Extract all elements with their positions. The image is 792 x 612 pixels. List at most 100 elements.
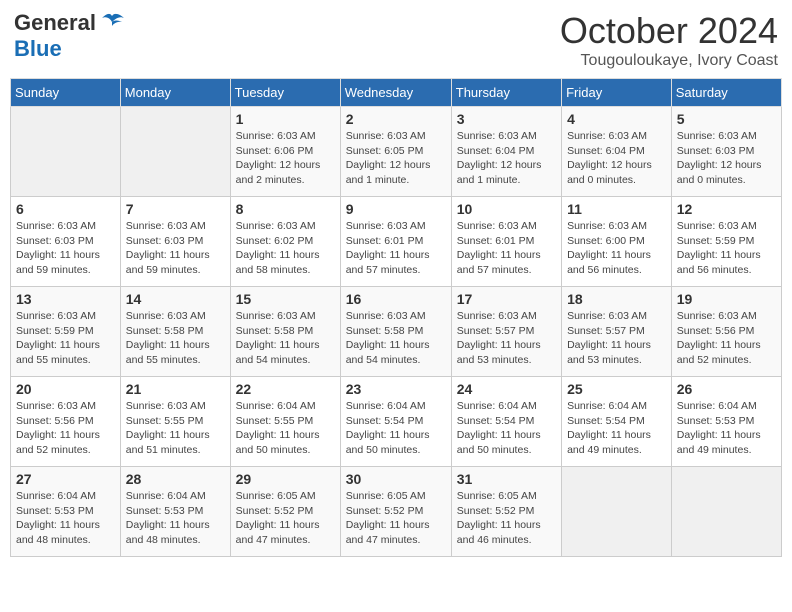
calendar-cell: 10 Sunrise: 6:03 AMSunset: 6:01 PMDayligh… (451, 197, 561, 287)
day-number: 1 (236, 111, 335, 127)
title-area: October 2024 Tougouloukaye, Ivory Coast (560, 10, 778, 70)
calendar-cell: 8Sunrise: 6:03 AMSunset: 6:02 PMDaylight… (230, 197, 340, 287)
calendar-cell: 26 Sunrise: 6:04 AMSunset: 5:53 PMDayligh… (671, 377, 781, 467)
calendar-cell: 14 Sunrise: 6:03 AMSunset: 5:58 PMDayligh… (120, 287, 230, 377)
day-detail: Sunrise: 6:03 AMSunset: 5:56 PMDaylight:… (16, 399, 115, 458)
day-number: 2 (346, 111, 446, 127)
week-row-5: 27 Sunrise: 6:04 AMSunset: 5:53 PMDayligh… (11, 467, 782, 557)
day-number: 20 (16, 381, 115, 397)
calendar-cell: 18 Sunrise: 6:03 AMSunset: 5:57 PMDayligh… (562, 287, 672, 377)
day-detail: Sunrise: 6:03 AMSunset: 5:58 PMDaylight:… (126, 309, 225, 368)
week-row-1: 1 Sunrise: 6:03 AMSunset: 6:06 PMDaylight… (11, 107, 782, 197)
calendar-cell: 25Sunrise: 6:04 AMSunset: 5:54 PMDayligh… (562, 377, 672, 467)
day-detail: Sunrise: 6:03 AMSunset: 6:04 PMDaylight:… (567, 129, 666, 188)
calendar-cell: 4 Sunrise: 6:03 AMSunset: 6:04 PMDaylight… (562, 107, 672, 197)
calendar-cell: 17Sunrise: 6:03 AMSunset: 5:57 PMDayligh… (451, 287, 561, 377)
calendar-cell: 20 Sunrise: 6:03 AMSunset: 5:56 PMDayligh… (11, 377, 121, 467)
calendar-cell: 31 Sunrise: 6:05 AMSunset: 5:52 PMDayligh… (451, 467, 561, 557)
day-detail: Sunrise: 6:03 AMSunset: 6:06 PMDaylight:… (236, 129, 335, 188)
day-number: 21 (126, 381, 225, 397)
day-number: 4 (567, 111, 666, 127)
day-detail: Sunrise: 6:03 AMSunset: 5:56 PMDaylight:… (677, 309, 776, 368)
calendar-header-row: Sunday Monday Tuesday Wednesday Thursday… (11, 79, 782, 107)
day-number: 11 (567, 201, 666, 217)
calendar-cell: 13Sunrise: 6:03 AMSunset: 5:59 PMDayligh… (11, 287, 121, 377)
logo-text: General (14, 10, 96, 36)
day-number: 15 (236, 291, 335, 307)
day-detail: Sunrise: 6:04 AMSunset: 5:53 PMDaylight:… (677, 399, 776, 458)
day-detail: Sunrise: 6:03 AMSunset: 6:01 PMDaylight:… (346, 219, 446, 278)
day-detail: Sunrise: 6:03 AMSunset: 6:03 PMDaylight:… (677, 129, 776, 188)
day-detail: Sunrise: 6:03 AMSunset: 6:05 PMDaylight:… (346, 129, 446, 188)
week-row-3: 13Sunrise: 6:03 AMSunset: 5:59 PMDayligh… (11, 287, 782, 377)
col-friday: Friday (562, 79, 672, 107)
day-number: 31 (457, 471, 556, 487)
calendar-cell (671, 467, 781, 557)
day-detail: Sunrise: 6:04 AMSunset: 5:54 PMDaylight:… (346, 399, 446, 458)
calendar-cell: 24 Sunrise: 6:04 AMSunset: 5:54 PMDayligh… (451, 377, 561, 467)
calendar-cell: 23Sunrise: 6:04 AMSunset: 5:54 PMDayligh… (340, 377, 451, 467)
col-thursday: Thursday (451, 79, 561, 107)
day-number: 6 (16, 201, 115, 217)
day-detail: Sunrise: 6:03 AMSunset: 6:00 PMDaylight:… (567, 219, 666, 278)
day-detail: Sunrise: 6:05 AMSunset: 5:52 PMDaylight:… (236, 489, 335, 548)
calendar-cell: 22 Sunrise: 6:04 AMSunset: 5:55 PMDayligh… (230, 377, 340, 467)
day-number: 9 (346, 201, 446, 217)
day-detail: Sunrise: 6:03 AMSunset: 5:59 PMDaylight:… (677, 219, 776, 278)
day-detail: Sunrise: 6:03 AMSunset: 5:57 PMDaylight:… (567, 309, 666, 368)
day-detail: Sunrise: 6:03 AMSunset: 6:03 PMDaylight:… (16, 219, 115, 278)
calendar-cell: 1 Sunrise: 6:03 AMSunset: 6:06 PMDaylight… (230, 107, 340, 197)
calendar-cell: 9 Sunrise: 6:03 AMSunset: 6:01 PMDaylight… (340, 197, 451, 287)
day-number: 3 (457, 111, 556, 127)
month-title: October 2024 (560, 10, 778, 52)
day-number: 14 (126, 291, 225, 307)
day-number: 10 (457, 201, 556, 217)
week-row-2: 6 Sunrise: 6:03 AMSunset: 6:03 PMDaylight… (11, 197, 782, 287)
calendar-cell: 11 Sunrise: 6:03 AMSunset: 6:00 PMDayligh… (562, 197, 672, 287)
calendar-cell (11, 107, 121, 197)
calendar-cell: 2 Sunrise: 6:03 AMSunset: 6:05 PMDaylight… (340, 107, 451, 197)
day-detail: Sunrise: 6:03 AMSunset: 6:03 PMDaylight:… (126, 219, 225, 278)
day-detail: Sunrise: 6:04 AMSunset: 5:54 PMDaylight:… (567, 399, 666, 458)
calendar-cell (120, 107, 230, 197)
day-detail: Sunrise: 6:03 AMSunset: 5:55 PMDaylight:… (126, 399, 225, 458)
calendar-cell (562, 467, 672, 557)
calendar-cell: 3 Sunrise: 6:03 AMSunset: 6:04 PMDaylight… (451, 107, 561, 197)
day-number: 22 (236, 381, 335, 397)
day-detail: Sunrise: 6:03 AMSunset: 6:01 PMDaylight:… (457, 219, 556, 278)
day-number: 13 (16, 291, 115, 307)
day-detail: Sunrise: 6:05 AMSunset: 5:52 PMDaylight:… (346, 489, 446, 548)
calendar-cell: 29 Sunrise: 6:05 AMSunset: 5:52 PMDayligh… (230, 467, 340, 557)
calendar-table: Sunday Monday Tuesday Wednesday Thursday… (10, 78, 782, 557)
col-monday: Monday (120, 79, 230, 107)
calendar-cell: 30Sunrise: 6:05 AMSunset: 5:52 PMDayligh… (340, 467, 451, 557)
day-detail: Sunrise: 6:05 AMSunset: 5:52 PMDaylight:… (457, 489, 556, 548)
day-number: 28 (126, 471, 225, 487)
logo: General Blue (14, 10, 126, 62)
day-detail: Sunrise: 6:03 AMSunset: 6:04 PMDaylight:… (457, 129, 556, 188)
day-number: 18 (567, 291, 666, 307)
page-header: General Blue October 2024 Tougouloukaye,… (10, 10, 782, 70)
day-detail: Sunrise: 6:04 AMSunset: 5:53 PMDaylight:… (16, 489, 115, 548)
day-detail: Sunrise: 6:04 AMSunset: 5:54 PMDaylight:… (457, 399, 556, 458)
day-number: 19 (677, 291, 776, 307)
day-detail: Sunrise: 6:03 AMSunset: 5:57 PMDaylight:… (457, 309, 556, 368)
day-number: 12 (677, 201, 776, 217)
col-saturday: Saturday (671, 79, 781, 107)
calendar-cell: 6 Sunrise: 6:03 AMSunset: 6:03 PMDaylight… (11, 197, 121, 287)
day-number: 29 (236, 471, 335, 487)
day-detail: Sunrise: 6:03 AMSunset: 5:58 PMDaylight:… (346, 309, 446, 368)
calendar-cell: 15 Sunrise: 6:03 AMSunset: 5:58 PMDayligh… (230, 287, 340, 377)
day-number: 7 (126, 201, 225, 217)
day-detail: Sunrise: 6:04 AMSunset: 5:55 PMDaylight:… (236, 399, 335, 458)
day-number: 16 (346, 291, 446, 307)
day-number: 27 (16, 471, 115, 487)
day-number: 26 (677, 381, 776, 397)
col-wednesday: Wednesday (340, 79, 451, 107)
calendar-cell: 12 Sunrise: 6:03 AMSunset: 5:59 PMDayligh… (671, 197, 781, 287)
day-number: 24 (457, 381, 556, 397)
week-row-4: 20 Sunrise: 6:03 AMSunset: 5:56 PMDayligh… (11, 377, 782, 467)
calendar-cell: 28 Sunrise: 6:04 AMSunset: 5:53 PMDayligh… (120, 467, 230, 557)
day-detail: Sunrise: 6:03 AMSunset: 5:58 PMDaylight:… (236, 309, 335, 368)
day-detail: Sunrise: 6:04 AMSunset: 5:53 PMDaylight:… (126, 489, 225, 548)
